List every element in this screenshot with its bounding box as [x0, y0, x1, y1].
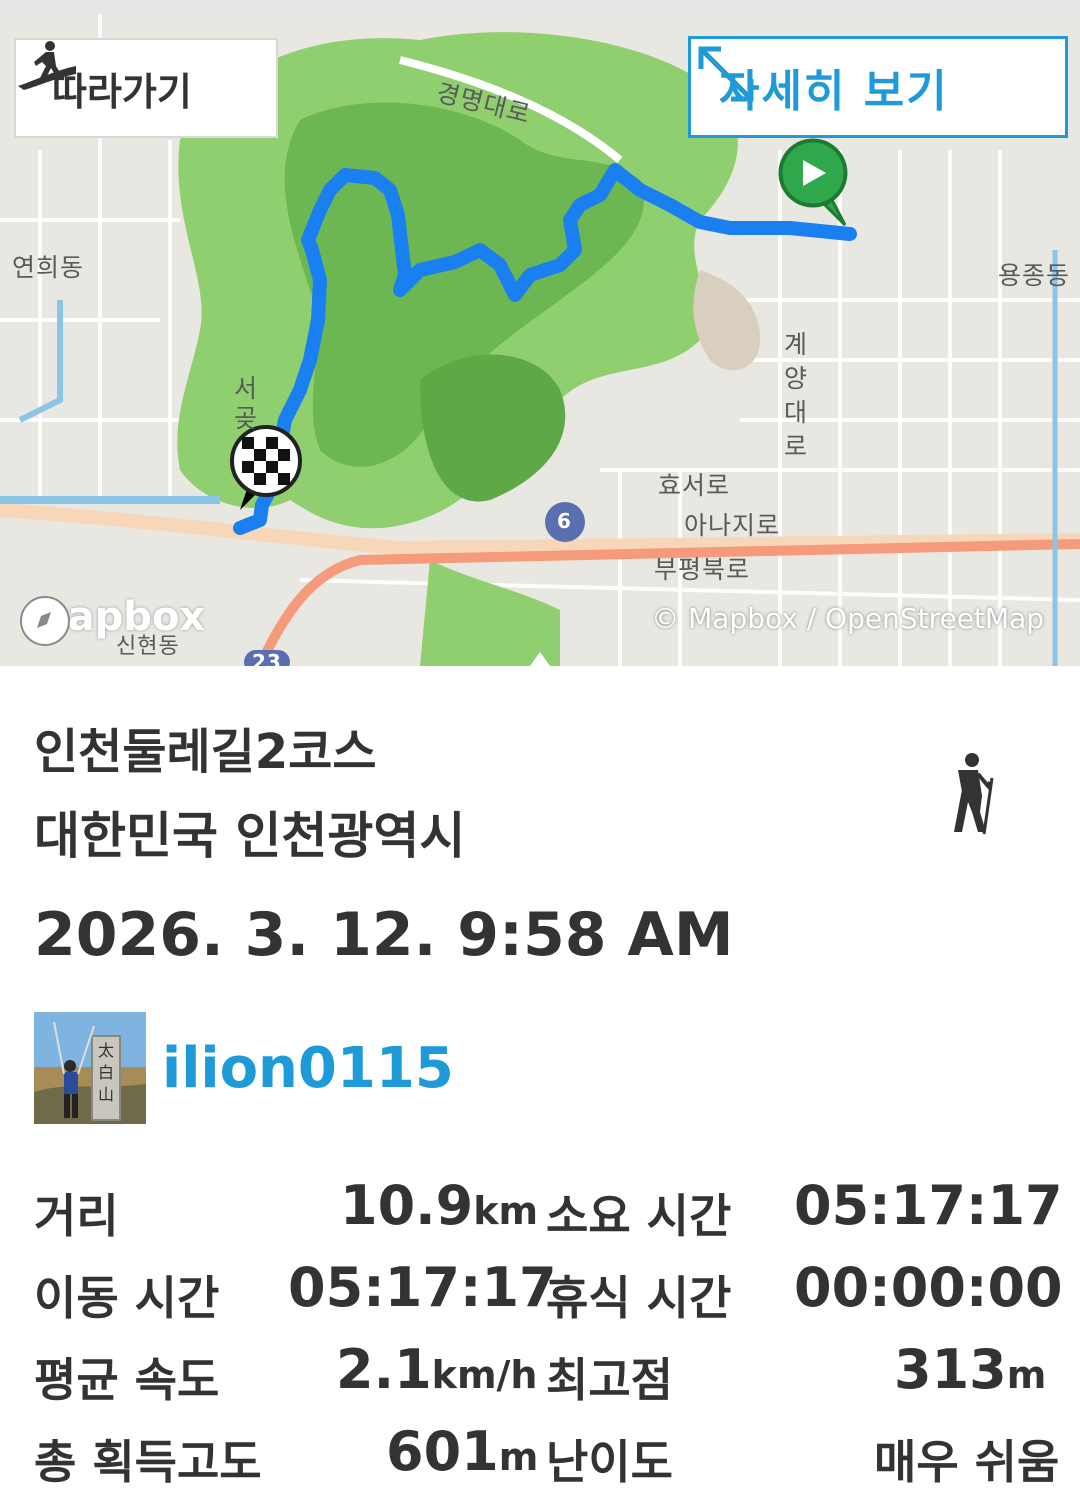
view-details-button[interactable]: 자세히 보기 [688, 36, 1068, 138]
hiker-icon [940, 752, 1002, 840]
elevation-gain-unit: m [498, 1435, 539, 1479]
map-label-seogot: 서곶 [234, 374, 259, 433]
map-label-gyeyang-road: 계양대로 [784, 330, 809, 461]
distance-label: 거리 [34, 1189, 119, 1243]
map-label-hyoseo-road: 효서로 [658, 471, 731, 500]
distance-value-group: 10.9km [340, 1174, 538, 1237]
map-pointer-notch [520, 652, 560, 666]
avatar-stone-char-2: 白 [98, 1063, 114, 1082]
distance-value: 10.9 [340, 1174, 474, 1237]
route-shield-number-2: 23 [244, 650, 290, 666]
activity-location: 대한민국 인천광역시 [34, 807, 466, 865]
moving-time-label: 이동 시간 [34, 1271, 220, 1325]
elevation-gain-value-group: 601m [386, 1420, 538, 1483]
max-altitude-unit: m [1006, 1353, 1047, 1397]
duration-label: 소요 시간 [546, 1189, 732, 1243]
avatar-stone-char-3: 山 [98, 1085, 114, 1104]
map-label-yeonhui-dong: 연희동 [12, 253, 85, 282]
follow-hiker-icon [18, 41, 76, 90]
activity-title: 인천둘레길2코스 [34, 724, 377, 780]
avg-speed-label: 평균 속도 [34, 1353, 220, 1407]
moving-time-value: 05:17:17 [288, 1256, 557, 1319]
mapbox-logo[interactable]: mapbox [18, 594, 205, 646]
top-status-strip [0, 0, 1080, 14]
activity-datetime: 2026. 3. 12. 9:58 AM [34, 900, 734, 970]
difficulty-label: 난이도 [546, 1435, 673, 1489]
duration-value: 05:17:17 [794, 1174, 1063, 1237]
max-altitude-value-group: 313m [894, 1338, 1046, 1401]
route-map[interactable]: 경명대로 연희동 용종동 계양대로 서곶 효서로 아나지로 부평북로 신현동 6… [0, 14, 1080, 666]
max-altitude-label: 최고점 [546, 1353, 673, 1407]
max-altitude-value: 313 [894, 1338, 1007, 1401]
elevation-gain-label: 총 획득고도 [34, 1435, 262, 1489]
map-label-bupyeongbuk-road: 부평북로 [654, 555, 751, 584]
username-link[interactable]: ilion0115 [162, 1036, 454, 1101]
mapbox-logo-icon [20, 596, 70, 646]
map-label-yongjong-dong: 용종동 [998, 261, 1071, 290]
difficulty-value: 매우 쉬움 [874, 1435, 1060, 1489]
follow-button[interactable]: 따라가기 [14, 38, 278, 138]
expand-arrows-icon [698, 46, 754, 102]
elevation-gain-value: 601 [386, 1420, 499, 1483]
rest-time-label: 휴식 시간 [546, 1271, 732, 1325]
avatar-stone-char-1: 太 [98, 1041, 114, 1060]
avg-speed-unit: km/h [431, 1353, 538, 1397]
avg-speed-value-group: 2.1km/h [336, 1338, 537, 1401]
map-attribution[interactable]: © Mapbox / OpenStreetMap [651, 602, 1044, 635]
route-shield-number: 6 [557, 509, 572, 533]
distance-unit: km [473, 1189, 539, 1233]
avatar[interactable]: 太 白 山 [34, 1012, 146, 1124]
rest-time-value: 00:00:00 [794, 1256, 1063, 1319]
avg-speed-value: 2.1 [336, 1338, 432, 1401]
map-label-anaji-road: 아나지로 [684, 511, 781, 540]
